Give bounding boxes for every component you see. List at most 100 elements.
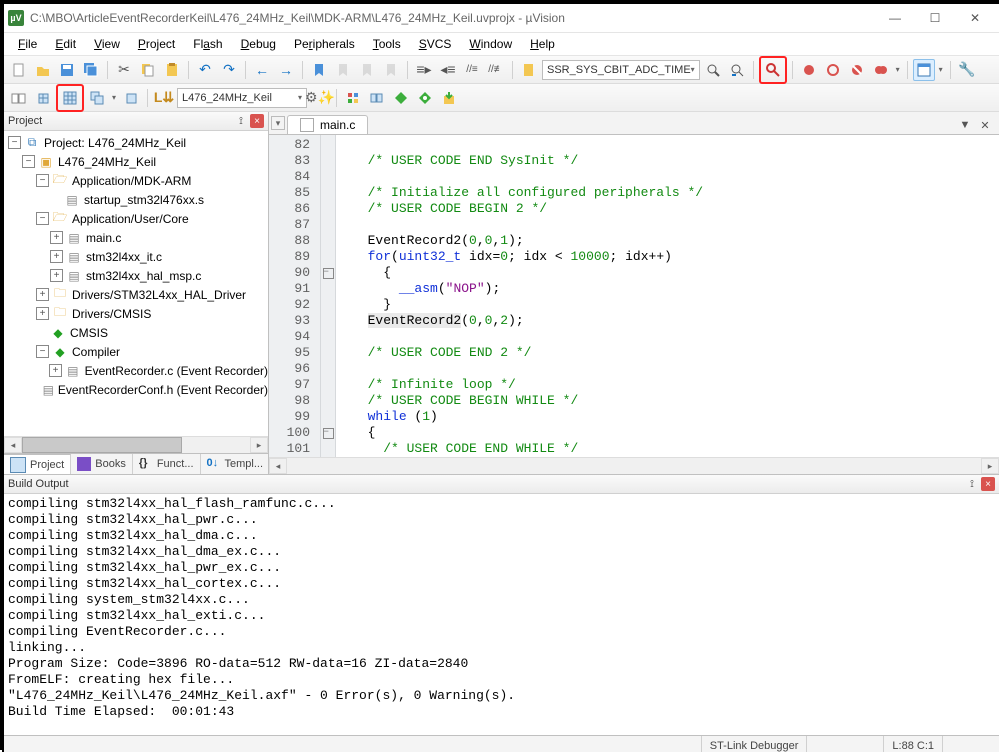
select-packs-button[interactable] — [414, 87, 436, 109]
tree-toggle-icon[interactable]: + — [36, 307, 49, 320]
bookmark-toggle-button[interactable] — [308, 59, 330, 81]
tree-cmsis-component[interactable]: ◆CMSIS — [4, 323, 268, 342]
configure-button[interactable]: 🔧 — [956, 59, 978, 81]
undo-button[interactable]: ↶ — [194, 59, 216, 81]
build-output-text[interactable]: compiling stm32l4xx_hal_flash_ramfunc.c.… — [4, 494, 999, 735]
tree-file-main[interactable]: +▤main.c — [4, 228, 268, 247]
bookmark-next-button[interactable] — [356, 59, 378, 81]
debug-session-button[interactable] — [759, 56, 787, 84]
menu-peripherals[interactable]: Peripherals — [286, 35, 363, 53]
uncomment-button[interactable]: //≢ — [485, 59, 507, 81]
tab-books[interactable]: Books — [71, 454, 133, 474]
scroll-right-icon[interactable]: ▸ — [981, 458, 999, 474]
menu-file[interactable]: File — [10, 35, 45, 53]
tree-toggle-icon[interactable]: − — [36, 345, 49, 358]
tree-project-root[interactable]: −⧉Project: L476_24MHz_Keil — [4, 133, 268, 152]
tree-file-eventrecorder-c[interactable]: +▤EventRecorder.c (Event Recorder) — [4, 361, 268, 380]
rebuild-button[interactable] — [56, 84, 84, 112]
scroll-left-icon[interactable]: ◂ — [269, 458, 287, 474]
search-dropdown-icon[interactable]: ▾ — [691, 65, 695, 74]
window-layout-button[interactable] — [913, 59, 935, 81]
nav-forward-button[interactable]: → — [275, 59, 297, 81]
manage-multiproject-button[interactable] — [366, 87, 388, 109]
close-button[interactable]: ✕ — [955, 6, 995, 30]
comment-button[interactable]: //≡ — [461, 59, 483, 81]
panel-close-icon[interactable]: × — [981, 477, 995, 491]
enable-breakpoint-button[interactable] — [822, 59, 844, 81]
editor-maximize-icon[interactable]: ▼ — [957, 119, 973, 132]
menu-help[interactable]: Help — [522, 35, 563, 53]
find-button[interactable] — [702, 59, 724, 81]
project-tree[interactable]: −⧉Project: L476_24MHz_Keil−▣L476_24MHz_K… — [4, 131, 268, 436]
menu-svcs[interactable]: SVCS — [411, 35, 460, 53]
translate-button[interactable] — [8, 87, 30, 109]
code-pane[interactable]: 8283848586878889909192939495969798991001… — [269, 135, 999, 457]
tree-toggle-icon[interactable]: − — [36, 212, 49, 225]
tab-functions[interactable]: {}Funct... — [133, 454, 201, 474]
menu-flash[interactable]: Flash — [185, 35, 230, 53]
tree-compiler-component[interactable]: −◆Compiler — [4, 342, 268, 361]
menu-tools[interactable]: Tools — [365, 35, 409, 53]
tree-file-eventrecorder-h[interactable]: ▤EventRecorderConf.h (Event Recorder) — [4, 380, 268, 399]
batch-build-drop[interactable]: ▾ — [110, 93, 118, 102]
tree-group-haldriver[interactable]: +🗀Drivers/STM32L4xx_HAL_Driver — [4, 285, 268, 304]
tree-group-mdkarm[interactable]: −🗁Application/MDK-ARM — [4, 171, 268, 190]
manage-rte-button[interactable] — [390, 87, 412, 109]
window-layout-drop[interactable]: ▾ — [937, 65, 945, 74]
manage-project-button[interactable] — [342, 87, 364, 109]
project-hscrollbar[interactable]: ◂ ▸ — [4, 436, 268, 453]
tab-templates[interactable]: 0↓Templ... — [201, 454, 271, 474]
editor-close-icon[interactable]: ✕ — [977, 119, 993, 132]
minimize-button[interactable]: — — [875, 6, 915, 30]
bookmark-prev-button[interactable] — [332, 59, 354, 81]
tree-group-cmsis[interactable]: +🗀Drivers/CMSIS — [4, 304, 268, 323]
pin-icon[interactable]: ⟟ — [965, 477, 979, 491]
tree-group-usercore[interactable]: −🗁Application/User/Core — [4, 209, 268, 228]
redo-button[interactable]: ↷ — [218, 59, 240, 81]
tree-toggle-icon[interactable]: − — [36, 174, 49, 187]
tree-toggle-icon[interactable]: + — [50, 231, 63, 244]
fold-column[interactable]: −− — [321, 135, 336, 457]
target-options-button[interactable]: ⚙✨ — [309, 87, 331, 109]
cut-button[interactable]: ✂ — [113, 59, 135, 81]
scroll-right-icon[interactable]: ▸ — [250, 437, 268, 453]
menu-view[interactable]: View — [86, 35, 128, 53]
tree-toggle-icon[interactable]: − — [22, 155, 35, 168]
stop-build-button[interactable] — [120, 87, 142, 109]
tree-toggle-icon[interactable]: − — [8, 136, 21, 149]
indent-button[interactable]: ≡▸ — [413, 59, 435, 81]
incremental-find-button[interactable] — [726, 59, 748, 81]
tree-file-startup[interactable]: ▤startup_stm32l476xx.s — [4, 190, 268, 209]
insert-breakpoint-button[interactable] — [798, 59, 820, 81]
copy-button[interactable] — [137, 59, 159, 81]
paste-button[interactable] — [161, 59, 183, 81]
save-button[interactable] — [56, 59, 78, 81]
batch-build-button[interactable] — [86, 87, 108, 109]
tree-toggle-icon[interactable]: + — [36, 288, 49, 301]
scroll-left-icon[interactable]: ◂ — [4, 437, 22, 453]
pack-installer-button[interactable] — [438, 87, 460, 109]
pin-icon[interactable]: ⟟ — [234, 114, 248, 128]
tree-toggle-icon[interactable]: + — [50, 269, 63, 282]
download-button[interactable]: L⇊ — [153, 87, 175, 109]
open-file-button[interactable] — [32, 59, 54, 81]
target-combo[interactable]: L476_24MHz_Keil ▾ — [177, 88, 307, 108]
editor-hscrollbar[interactable]: ◂ ▸ — [269, 457, 999, 474]
tree-file-it[interactable]: +▤stm32l4xx_it.c — [4, 247, 268, 266]
search-combo[interactable]: SSR_SYS_CBIT_ADC_TIME ▾ — [542, 60, 700, 80]
tree-toggle-icon[interactable]: + — [49, 364, 62, 377]
menu-project[interactable]: Project — [130, 35, 183, 53]
target-dropdown-icon[interactable]: ▾ — [298, 93, 302, 102]
tree-toggle-icon[interactable]: + — [50, 250, 63, 263]
editor-tab-main-c[interactable]: main.c — [287, 115, 368, 134]
panel-close-icon[interactable]: × — [250, 114, 264, 128]
nav-back-button[interactable]: ← — [251, 59, 273, 81]
build-button[interactable] — [32, 87, 54, 109]
kill-breakpoints-button[interactable] — [870, 59, 892, 81]
breakpoint-menu-drop[interactable]: ▾ — [894, 65, 902, 74]
tree-target[interactable]: −▣L476_24MHz_Keil — [4, 152, 268, 171]
tab-history-icon[interactable]: ▾ — [271, 116, 285, 130]
menu-edit[interactable]: Edit — [47, 35, 84, 53]
tree-file-halmsp[interactable]: +▤stm32l4xx_hal_msp.c — [4, 266, 268, 285]
code-text[interactable]: /* USER CODE END SysInit */ /* Initializ… — [336, 135, 999, 457]
